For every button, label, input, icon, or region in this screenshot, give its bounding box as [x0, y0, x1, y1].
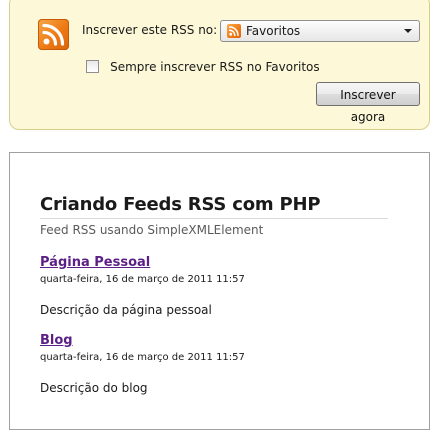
entry-title-link[interactable]: Página Pessoal	[40, 255, 150, 270]
rss-feed-viewer: Inscrever este RSS no: Favoritos Sempre …	[0, 0, 442, 442]
entry-description: Descrição da página pessoal	[40, 303, 212, 317]
title-divider	[40, 218, 388, 219]
always-subscribe-option[interactable]: Sempre inscrever RSS no Favoritos	[86, 56, 320, 74]
subscribe-now-button[interactable]: Inscrever agora	[316, 82, 420, 124]
feed-content-panel: Criando Feeds RSS com PHP Feed RSS usand…	[9, 152, 430, 430]
select-value: Favoritos	[246, 24, 301, 38]
entry-title-link[interactable]: Blog	[40, 333, 73, 348]
subscribe-label: Inscrever este RSS no:	[82, 23, 218, 37]
feed-title: Criando Feeds RSS com PHP	[40, 194, 321, 215]
entry-date: quarta-feira, 16 de março de 2011 11:57	[40, 352, 245, 363]
entry-date: quarta-feira, 16 de março de 2011 11:57	[40, 274, 245, 285]
subscribe-panel: Inscrever este RSS no: Favoritos Sempre …	[9, 0, 430, 130]
rss-feed-icon	[227, 24, 241, 38]
subscribe-folder-select[interactable]: Favoritos	[220, 20, 420, 42]
always-subscribe-checkbox[interactable]	[86, 60, 99, 73]
feed-subtitle: Feed RSS usando SimpleXMLElement	[40, 223, 264, 237]
chevron-down-icon[interactable]	[404, 29, 412, 33]
entry-description: Descrição do blog	[40, 381, 148, 395]
always-subscribe-label[interactable]: Sempre inscrever RSS no Favoritos	[110, 60, 320, 74]
rss-feed-icon	[38, 19, 69, 50]
